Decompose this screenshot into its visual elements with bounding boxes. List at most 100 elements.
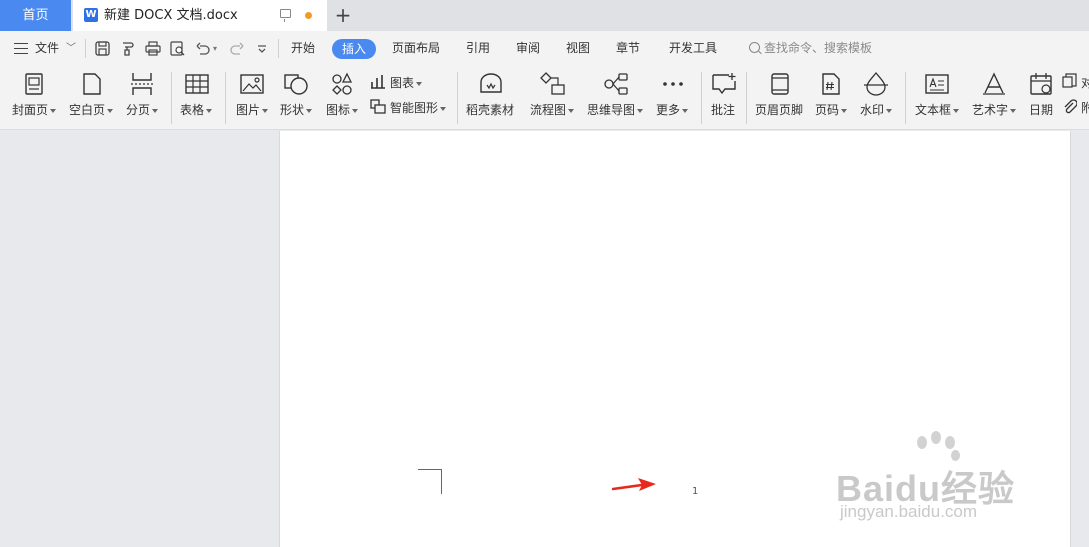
undo-dropdown-icon[interactable]: ▾ <box>213 31 217 66</box>
header-footer-label: 页眉页脚 <box>755 103 804 117</box>
more-label: 更多 <box>656 103 681 117</box>
icons-icon <box>332 72 353 95</box>
more-button[interactable]: 更多 <box>655 66 695 130</box>
wordart-label: 艺术字 <box>972 103 1009 117</box>
picture-icon <box>240 74 264 94</box>
page-number-button[interactable]: 页码 <box>814 66 852 130</box>
textbox-button[interactable]: 文本框 <box>914 66 964 130</box>
mindmap-button[interactable]: 思维导图 <box>586 66 648 130</box>
wordart-button[interactable]: 艺术字 <box>971 66 1021 130</box>
watermark-button[interactable]: 水印 <box>859 66 897 130</box>
smartart-button[interactable]: 智能图形 <box>368 96 452 124</box>
tab-view[interactable]: 视图 <box>566 31 590 66</box>
docer-icon <box>480 73 502 93</box>
divider <box>85 39 86 58</box>
header-footer-button[interactable]: 页眉页脚 <box>755 66 807 130</box>
shape-button[interactable]: 形状 <box>279 66 319 130</box>
docer-label: 稻壳素材 <box>466 103 515 117</box>
comment-icon <box>712 73 736 95</box>
attachment-label: 附 <box>1081 101 1089 115</box>
blank-page-button[interactable]: 空白页 <box>67 66 117 130</box>
icons-label: 图标 <box>326 103 351 117</box>
page-break-icon <box>131 73 153 95</box>
chart-label: 图表 <box>390 76 415 90</box>
object-button[interactable]: 对 <box>1061 66 1089 94</box>
caret-down-icon <box>152 108 159 113</box>
mindmap-icon <box>604 73 628 95</box>
tab-references[interactable]: 引用 <box>466 31 490 66</box>
textbox-label: 文本框 <box>915 103 952 117</box>
watermark-url: jingyan.baidu.com <box>840 502 978 521</box>
command-search-input[interactable]: 查找命令、搜索模板 <box>764 31 872 66</box>
divider <box>171 72 172 124</box>
paw-icon <box>917 436 927 449</box>
calendar-icon <box>1030 73 1052 95</box>
caret-down-icon <box>1010 108 1017 113</box>
tab-section[interactable]: 章节 <box>616 31 640 66</box>
paw-icon <box>945 436 955 449</box>
flowchart-button[interactable]: 流程图 <box>529 66 579 130</box>
caret-down-icon <box>352 108 359 113</box>
print-icon[interactable] <box>145 41 161 56</box>
shape-label: 形状 <box>280 103 305 117</box>
divider <box>225 72 226 124</box>
chart-button[interactable]: 图表 <box>368 66 450 94</box>
page-number-icon <box>822 73 840 95</box>
flowchart-label: 流程图 <box>530 103 567 117</box>
table-button[interactable]: 表格 <box>178 66 218 130</box>
shape-icon <box>284 74 308 95</box>
tab-page-layout[interactable]: 页面布局 <box>392 31 440 66</box>
tab-insert[interactable]: 插入 <box>332 39 376 59</box>
caret-down-icon <box>637 108 644 113</box>
docer-material-button[interactable]: 稻壳素材 <box>466 66 518 130</box>
redo-icon[interactable] <box>230 42 244 55</box>
tab-document[interactable]: W 新建 DOCX 文档.docx <box>73 0 327 31</box>
table-label: 表格 <box>180 103 205 117</box>
caret-down-icon <box>682 108 689 113</box>
document-tab-title: 新建 DOCX 文档.docx <box>104 8 238 23</box>
page-break-button[interactable]: 分页 <box>124 66 164 130</box>
tab-home[interactable]: 首页 <box>0 0 71 31</box>
print-preview-icon[interactable] <box>170 41 186 56</box>
date-button[interactable]: 日期 <box>1028 66 1056 130</box>
wordart-icon <box>983 72 1005 95</box>
date-label: 日期 <box>1029 103 1054 117</box>
tab-review[interactable]: 审阅 <box>516 31 540 66</box>
caret-down-icon <box>841 108 848 113</box>
icons-button[interactable]: 图标 <box>325 66 365 130</box>
smartart-icon <box>370 99 386 114</box>
save-icon[interactable] <box>95 41 110 56</box>
caret-down-icon <box>306 108 313 113</box>
smartart-label: 智能图形 <box>390 101 439 115</box>
more-icon <box>663 82 683 86</box>
attachment-button[interactable]: 附 <box>1061 96 1089 124</box>
customize-toolbar-icon[interactable] <box>257 44 267 54</box>
insert-ribbon: 封面页 空白页 分页 表格 图片 形状 图标 图表 智能图形 稻壳素材 流程图 … <box>0 66 1089 130</box>
caret-down-icon <box>206 108 213 113</box>
caret-down-icon <box>953 108 960 113</box>
divider <box>457 72 458 124</box>
tab-developer[interactable]: 开发工具 <box>669 31 717 66</box>
textbox-icon <box>925 74 949 94</box>
page-break-label: 分页 <box>126 103 151 117</box>
page-number-text[interactable]: 1 <box>692 486 698 497</box>
monitor-icon[interactable] <box>280 9 291 22</box>
picture-button[interactable]: 图片 <box>234 66 274 130</box>
wps-writer-icon: W <box>84 8 98 22</box>
search-icon[interactable] <box>749 42 760 53</box>
attachment-icon <box>1064 99 1077 114</box>
tab-start[interactable]: 开始 <box>291 31 315 66</box>
new-tab-button[interactable]: + <box>333 3 353 27</box>
mindmap-label: 思维导图 <box>587 103 636 117</box>
divider <box>746 72 747 124</box>
comment-button[interactable]: 批注 <box>709 66 739 130</box>
watermark-icon <box>864 72 888 96</box>
file-menu[interactable]: 文件 <box>35 31 59 66</box>
format-painter-icon[interactable] <box>120 41 135 56</box>
hamburger-icon[interactable] <box>14 43 28 54</box>
chevron-down-icon[interactable]: ﹀ <box>66 31 76 66</box>
blank-page-icon <box>83 73 101 95</box>
undo-icon[interactable] <box>196 42 210 55</box>
cover-page-icon <box>25 73 43 95</box>
cover-page-button[interactable]: 封面页 <box>10 66 60 130</box>
